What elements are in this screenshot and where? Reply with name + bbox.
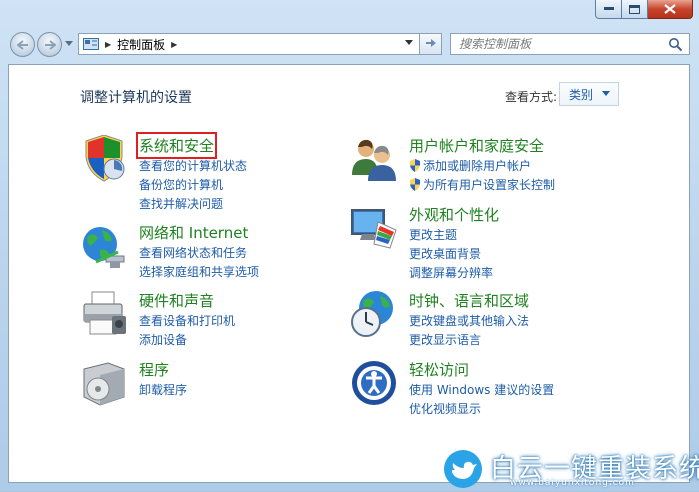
link-screen-resolution[interactable]: 调整屏幕分辨率 — [409, 264, 493, 283]
content-pane: 调整计算机的设置 查看方式: 类别 系统和安全 查看您的计算机状态 备份您的计算… — [8, 64, 690, 483]
view-by-dropdown[interactable]: 类别 — [559, 82, 619, 106]
category-title-network-internet[interactable]: 网络和 Internet — [139, 222, 248, 243]
minimize-button[interactable] — [595, 0, 622, 19]
link-troubleshoot[interactable]: 查找并解决问题 — [139, 195, 247, 214]
category-title-appearance[interactable]: 外观和个性化 — [409, 204, 499, 225]
category-title-system-security[interactable]: 系统和安全 — [135, 132, 218, 159]
link-add-remove-accounts[interactable]: 添加或删除用户帐户 — [409, 157, 555, 176]
link-backup-computer[interactable]: 备份您的计算机 — [139, 176, 247, 195]
back-button[interactable] — [10, 32, 35, 57]
arrow-left-icon — [16, 39, 28, 50]
recent-pages-dropdown-icon[interactable] — [65, 41, 73, 46]
category-title-ease-of-access[interactable]: 轻松访问 — [409, 359, 469, 380]
forward-button[interactable] — [37, 32, 62, 57]
link-change-background[interactable]: 更改桌面背景 — [409, 245, 493, 264]
uac-shield-icon — [410, 178, 420, 191]
link-change-keyboard[interactable]: 更改键盘或其他输入法 — [409, 312, 529, 331]
watermark: 白云一键重装系统 www.baiyunxitong.com — [444, 444, 699, 491]
close-icon — [664, 4, 676, 14]
watermark-url: www.baiyunxitong.com — [510, 478, 635, 488]
address-dropdown-icon[interactable] — [405, 40, 413, 45]
control-panel-window: ▶ 控制面板 ▶ 调整计算机的设置 查看方式: 类别 — [0, 0, 699, 491]
link-homegroup-sharing[interactable]: 选择家庭组和共享选项 — [139, 263, 259, 282]
category-title-hardware-sound[interactable]: 硬件和声音 — [139, 290, 214, 311]
view-by-value: 类别 — [569, 87, 594, 102]
programs-box-icon — [83, 362, 125, 406]
minimize-icon — [603, 7, 614, 10]
breadcrumb-separator-icon[interactable]: ▶ — [171, 40, 177, 49]
breadcrumb-control-panel[interactable]: 控制面板 — [117, 36, 165, 53]
link-change-display-language[interactable]: 更改显示语言 — [409, 331, 529, 350]
category-title-user-accounts[interactable]: 用户帐户和家庭安全 — [409, 135, 544, 156]
page-title: 调整计算机的设置 — [80, 90, 192, 106]
link-parental-controls[interactable]: 为所有用户设置家长控制 — [409, 176, 555, 195]
control-panel-icon — [83, 37, 99, 50]
search-icon[interactable] — [668, 37, 683, 52]
link-add-device[interactable]: 添加设备 — [139, 331, 235, 350]
link-windows-recommended[interactable]: 使用 Windows 建议的设置 — [409, 381, 554, 400]
window-caption-buttons — [595, 0, 693, 19]
monitor-palette-icon — [351, 209, 397, 249]
maximize-icon — [629, 4, 640, 14]
close-button[interactable] — [648, 0, 693, 19]
link-uninstall-program[interactable]: 卸载程序 — [139, 381, 187, 400]
bird-logo-icon — [444, 450, 482, 488]
link-parental-controls-label: 为所有用户设置家长控制 — [423, 178, 556, 192]
view-by-label: 查看方式: — [505, 90, 558, 104]
breadcrumb-separator-icon: ▶ — [105, 39, 112, 49]
maximize-button[interactable] — [622, 0, 648, 19]
chevron-down-icon — [602, 91, 610, 96]
category-title-clock-language-region[interactable]: 时钟、语言和区域 — [409, 290, 529, 311]
link-devices-printers[interactable]: 查看设备和打印机 — [139, 312, 235, 331]
link-optimize-video[interactable]: 优化视频显示 — [409, 400, 554, 419]
refresh-icon — [425, 39, 436, 47]
search-input[interactable] — [457, 36, 661, 52]
clock-globe-icon — [351, 291, 393, 337]
search-box[interactable] — [450, 33, 690, 55]
ease-of-access-icon — [352, 361, 396, 405]
link-change-theme[interactable]: 更改主题 — [409, 226, 493, 245]
navigation-bar: ▶ 控制面板 ▶ — [8, 32, 690, 60]
link-check-computer-status[interactable]: 查看您的计算机状态 — [139, 157, 247, 176]
shield-security-icon — [85, 135, 125, 182]
arrow-right-icon — [44, 39, 56, 50]
address-bar[interactable]: ▶ 控制面板 ▶ — [78, 33, 420, 55]
link-add-remove-accounts-label: 添加或删除用户帐户 — [423, 159, 532, 173]
link-network-status[interactable]: 查看网络状态和任务 — [139, 244, 259, 263]
users-icon — [352, 139, 396, 181]
printer-icon — [83, 291, 126, 335]
refresh-button[interactable] — [420, 33, 442, 55]
category-title-programs[interactable]: 程序 — [139, 359, 169, 380]
network-globe-icon — [83, 227, 125, 268]
uac-shield-icon — [410, 159, 420, 172]
